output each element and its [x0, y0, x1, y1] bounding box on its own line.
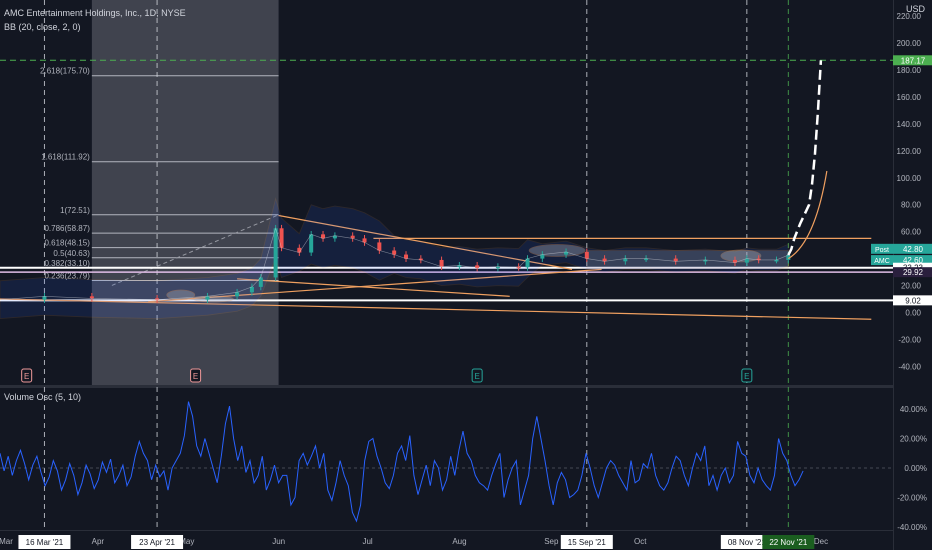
osc-axis-tick: 0.00%	[904, 464, 927, 473]
price-label-prefix: AMC	[874, 258, 890, 265]
price-axis-tick: 80.00	[901, 201, 922, 210]
time-axis-border	[0, 530, 893, 531]
time-axis-tick: Sep	[544, 537, 559, 546]
fib-level-label: 0.382(33.10)	[44, 259, 90, 268]
chart-window: 2.618(175.70) 1.618(111.92) 1(72.51) 0.786(…	[0, 0, 932, 550]
price-axis-tick: 160.00	[897, 93, 922, 102]
price-axis-tick: 0.00	[905, 309, 921, 318]
symbol-title: AMC Entertainment Holdings, Inc., 1D, NY…	[4, 8, 186, 18]
osc-axis-tick: -40.00%	[897, 523, 927, 532]
price-label-prefix: Post	[875, 247, 889, 254]
earnings-marker-label: E	[744, 372, 749, 381]
earnings-marker-label: E	[24, 372, 29, 381]
osc-axis-tick: 40.00%	[900, 405, 927, 414]
date-marker-label: 15 Sep '21	[568, 538, 607, 547]
fib-level-label: 1(72.51)	[60, 206, 90, 215]
price-axis-tick: 60.00	[901, 228, 922, 237]
price-label: 42.80	[903, 245, 924, 254]
candle-body	[273, 228, 278, 278]
time-axis-tick: Oct	[634, 537, 647, 546]
pane-divider	[0, 385, 893, 388]
osc-axis-tick: 20.00%	[900, 435, 927, 444]
candle-body	[42, 296, 47, 300]
time-axis-tick: Aug	[452, 537, 466, 546]
date-marker-label: 16 Mar '21	[26, 538, 64, 547]
fib-range-zone	[91, 0, 279, 385]
fib-level-label: 0.5(40.63)	[53, 249, 90, 258]
price-label: 187.17	[901, 56, 926, 65]
fib-level-label: 2.618(175.70)	[40, 67, 90, 76]
date-marker-label: 23 Apr '21	[139, 538, 175, 547]
price-axis-tick: 100.00	[897, 174, 922, 183]
earnings-marker-label: E	[193, 372, 198, 381]
candle-body	[235, 292, 240, 297]
time-axis-tick: Jun	[272, 537, 285, 546]
price-axis-tick: 20.00	[901, 282, 922, 291]
fib-level-label: 0.618(48.15)	[44, 239, 90, 248]
candle-body	[377, 242, 382, 251]
price-axis-tick: -20.00	[898, 335, 921, 344]
bollinger-indicator-label[interactable]: BB (20, close, 2, 0)	[4, 22, 81, 32]
pattern-ellipse	[528, 244, 586, 257]
price-label: 29.92	[903, 268, 924, 277]
volume-osc-label[interactable]: Volume Osc (5, 10)	[4, 392, 81, 402]
earnings-marker-label: E	[474, 372, 479, 381]
currency-label: USD	[906, 4, 926, 14]
candle-body	[279, 228, 284, 248]
price-axis-tick: 180.00	[897, 66, 922, 75]
price-axis-tick: 140.00	[897, 120, 922, 129]
price-chart[interactable]: 2.618(175.70) 1.618(111.92) 1(72.51) 0.786(…	[0, 0, 932, 550]
price-axis-tick: 120.00	[897, 147, 922, 156]
candle-body	[309, 234, 314, 253]
time-axis-tick: Mar	[0, 537, 13, 546]
date-marker-label: 22 Nov '21	[769, 538, 808, 547]
date-marker-label: 08 Nov '21	[728, 538, 767, 547]
time-axis-tick: Dec	[814, 537, 828, 546]
price-label: 9.02	[905, 296, 921, 305]
candle-body	[584, 251, 589, 259]
candle-body	[439, 259, 444, 267]
price-axis-tick: 200.00	[897, 39, 922, 48]
osc-axis-tick: -20.00%	[897, 494, 927, 503]
fib-level-label: 0.786(58.87)	[44, 224, 90, 233]
candle-body	[205, 296, 210, 300]
fib-level-label: 1.618(111.92)	[41, 153, 90, 162]
time-axis-tick: Jul	[362, 537, 372, 546]
price-axis-tick: -40.00	[898, 362, 921, 371]
time-axis-tick: Apr	[92, 537, 105, 546]
